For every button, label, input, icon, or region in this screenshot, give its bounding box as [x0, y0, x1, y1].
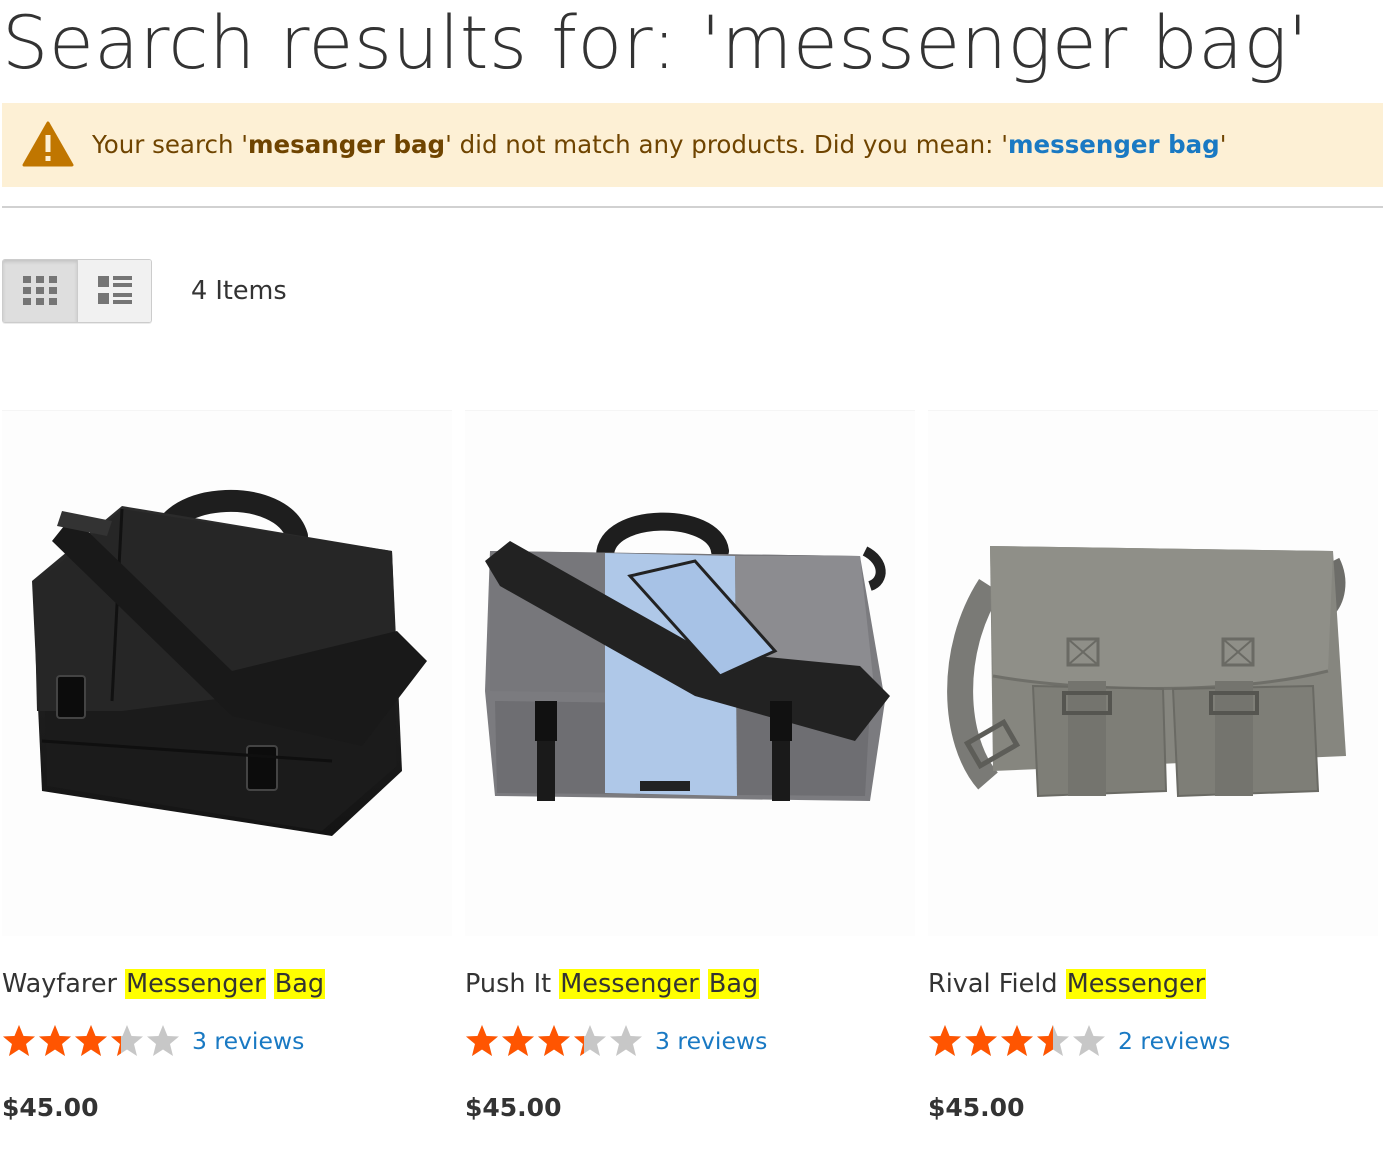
rating-stars: [2, 1023, 180, 1059]
product-item: Wayfarer Messenger Bag 3 reviews $45.00: [2, 410, 452, 1150]
search-highlight: Messenger: [559, 969, 700, 999]
product-name-link[interactable]: Push It Messenger Bag: [465, 966, 760, 1002]
notice-message: Your search 'mesanger bag' did not match…: [92, 128, 1226, 162]
reviews-link[interactable]: 3 reviews: [192, 1024, 304, 1058]
suggestion-link[interactable]: messenger bag: [1008, 130, 1220, 159]
notice-text-after: ': [1219, 130, 1227, 159]
product-image-gray-canvas-messenger-bag[interactable]: [928, 410, 1378, 936]
product-name-text: Rival Field: [928, 969, 1066, 999]
product-price: $45.00: [2, 1093, 99, 1122]
star-rating-icon: [466, 1025, 642, 1056]
grid-mode-button[interactable]: [3, 260, 78, 322]
view-mode-switcher: [2, 259, 152, 323]
notice-text-middle: ' did not match any products. Did you me…: [445, 130, 1008, 159]
search-highlight: Bag: [273, 969, 326, 999]
product-price: $45.00: [465, 1093, 562, 1122]
grid-view-icon: [23, 276, 57, 305]
toolbar-amount: 4 Items: [191, 276, 287, 306]
search-notice: Your search 'mesanger bag' did not match…: [2, 103, 1383, 187]
warning-icon: [22, 121, 74, 167]
list-mode-button[interactable]: [78, 260, 151, 322]
product-name-link[interactable]: Wayfarer Messenger Bag: [2, 966, 326, 1002]
product-name-text: Push It: [465, 969, 560, 999]
searched-term: mesanger bag: [248, 130, 446, 159]
star-rating-icon: [3, 1025, 179, 1056]
product-name-link[interactable]: Rival Field Messenger: [928, 966, 1207, 1002]
search-highlight: Messenger: [1065, 969, 1207, 999]
product-price: $45.00: [928, 1093, 1025, 1122]
product-image-black-messenger-bag[interactable]: [2, 410, 452, 936]
page-title: Search results for: 'messenger bag': [2, 1, 1309, 86]
search-highlight: Bag: [707, 969, 760, 999]
product-item: Push It Messenger Bag 3 reviews $45.00: [465, 410, 915, 1150]
list-view-icon: [97, 276, 132, 304]
star-rating-icon: [929, 1025, 1105, 1056]
notice-text-before: Your search ': [92, 130, 248, 159]
divider: [2, 206, 1383, 208]
rating-stars: [465, 1023, 643, 1059]
rating-stars: [928, 1023, 1106, 1059]
reviews-link[interactable]: 3 reviews: [655, 1024, 767, 1058]
reviews-link[interactable]: 2 reviews: [1118, 1024, 1230, 1058]
product-image-gray-blue-messenger-bag[interactable]: [465, 410, 915, 936]
product-item: Rival Field Messenger 2 reviews $45.00: [928, 410, 1378, 1150]
search-highlight: Messenger: [125, 969, 266, 999]
product-name-text: Wayfarer: [2, 969, 126, 999]
